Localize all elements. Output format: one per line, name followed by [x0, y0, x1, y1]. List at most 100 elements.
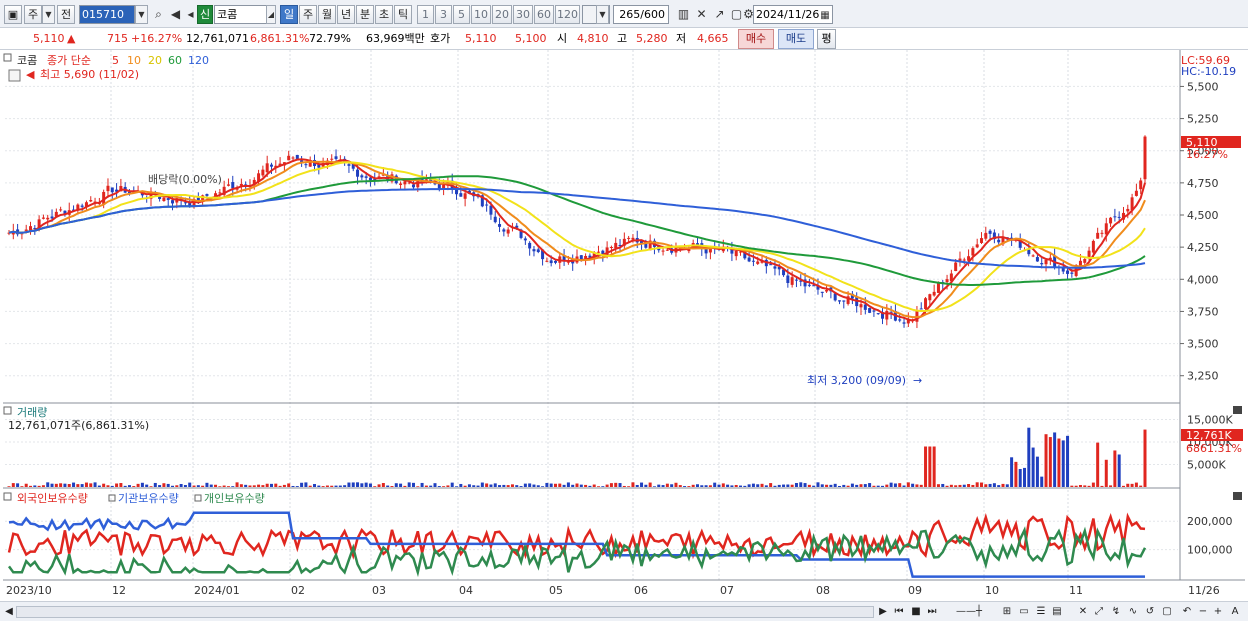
- volume-bar: [24, 483, 28, 487]
- candle-body: [1040, 263, 1044, 265]
- volume-bar: [833, 483, 837, 487]
- tick-1-button[interactable]: 1: [417, 5, 434, 24]
- volume-bar: [424, 485, 428, 487]
- restore-icon[interactable]: ↶: [1180, 604, 1194, 619]
- volume-bar: [635, 484, 639, 487]
- draw-icon[interactable]: ↗: [711, 6, 728, 23]
- candle-body: [902, 322, 906, 324]
- ma60-legend: 60: [168, 54, 182, 67]
- tick-10-button[interactable]: 10: [471, 5, 491, 24]
- tab-yearly[interactable]: 년: [337, 5, 355, 24]
- rewind-icon[interactable]: ⏮: [893, 604, 905, 619]
- name-dropdown-icon[interactable]: ◢: [266, 5, 276, 24]
- zoom-out-icon[interactable]: −: [1197, 604, 1209, 619]
- candle-icon[interactable]: ▥: [675, 6, 692, 23]
- screenshot-icon[interactable]: ▢: [1160, 604, 1174, 619]
- tab-tick[interactable]: 틱: [394, 5, 412, 24]
- trend-icon[interactable]: ⤢: [1092, 604, 1106, 619]
- holder-close-icon[interactable]: [1233, 492, 1242, 500]
- zoom-in-icon[interactable]: +: [1212, 604, 1224, 619]
- candle-body: [442, 184, 446, 189]
- history-list-icon[interactable]: ☰: [1034, 604, 1048, 619]
- scroll-right-icon[interactable]: ▶: [877, 604, 889, 619]
- tab-second[interactable]: 초: [375, 5, 393, 24]
- candle-body: [812, 285, 816, 287]
- scrollbar[interactable]: [16, 606, 874, 618]
- tab-minute[interactable]: 분: [356, 5, 374, 24]
- volume-bar: [338, 485, 342, 487]
- zoom-icon[interactable]: ⊞: [1000, 604, 1014, 619]
- volume-bar: [269, 483, 273, 487]
- tab-weekly[interactable]: 주: [299, 5, 317, 24]
- volume-bar: [618, 483, 622, 487]
- table-icon[interactable]: [8, 69, 21, 82]
- tick-60-button[interactable]: 60: [534, 5, 554, 24]
- avg-button[interactable]: 평: [817, 29, 836, 49]
- x-tick-label: 09: [908, 584, 922, 597]
- search-icon[interactable]: ⌕: [150, 6, 167, 23]
- volume-bar: [1109, 485, 1113, 487]
- rotate-icon[interactable]: ↺: [1143, 604, 1157, 619]
- tick-30-button[interactable]: 30: [513, 5, 533, 24]
- chevron-down-icon[interactable]: ▼: [42, 5, 55, 24]
- candle-body: [46, 217, 50, 220]
- volume-bar: [295, 486, 299, 487]
- fast-forward-icon[interactable]: ⏭: [926, 604, 938, 619]
- wave-icon[interactable]: ∿: [1126, 604, 1140, 619]
- tick-120-button[interactable]: 120: [555, 5, 580, 24]
- stock-code-input[interactable]: 015710: [79, 5, 135, 24]
- scroll-left-icon[interactable]: ◀: [3, 604, 15, 619]
- tab-monthly[interactable]: 월: [318, 5, 336, 24]
- volume-bar: [743, 485, 747, 487]
- candle-body: [859, 304, 863, 308]
- volume-bar: [239, 484, 243, 487]
- volume-bar: [162, 483, 166, 487]
- candle-body: [364, 176, 368, 178]
- crosshair-icon[interactable]: ✕: [693, 6, 710, 23]
- tab-daily[interactable]: 일: [280, 5, 298, 24]
- count-field[interactable]: 265/600: [613, 5, 669, 24]
- candle-body: [291, 157, 295, 159]
- volume-bar: [446, 485, 450, 487]
- tick-20-button[interactable]: 20: [492, 5, 512, 24]
- volume-bar: [773, 485, 777, 487]
- volume-bar: [536, 485, 540, 487]
- window-menu-icon[interactable]: ▣: [4, 5, 22, 24]
- grid-view-icon[interactable]: ▤: [1050, 604, 1064, 619]
- volume-bar: [1061, 440, 1065, 487]
- volume-bar: [132, 486, 136, 487]
- volume-bar: [226, 486, 230, 487]
- prev-button[interactable]: 전: [57, 5, 75, 24]
- candle-body: [334, 156, 338, 159]
- chart-area[interactable]: 5,5005,2505,0004,7504,5004,2504,0003,750…: [0, 50, 1248, 601]
- stop-icon[interactable]: ■: [910, 604, 922, 619]
- period-select[interactable]: 주: [24, 5, 42, 24]
- buy-button[interactable]: 매수: [738, 29, 774, 49]
- x-tick-label: 2023/10: [6, 584, 52, 597]
- speed-slider[interactable]: ——┼——: [946, 604, 992, 619]
- volume-bar: [145, 484, 149, 487]
- volume-close-icon[interactable]: [1233, 406, 1242, 414]
- cross-icon[interactable]: ✕: [1076, 604, 1090, 619]
- volume-bar: [252, 485, 256, 487]
- fibo-icon[interactable]: ↯: [1109, 604, 1123, 619]
- tick-5-button[interactable]: 5: [453, 5, 470, 24]
- volume-bar: [364, 482, 368, 487]
- candle-body: [493, 216, 497, 223]
- volume-bar: [532, 484, 536, 487]
- volume-bar: [1005, 484, 1009, 487]
- sell-button[interactable]: 매도: [778, 29, 814, 49]
- font-size-icon[interactable]: A: [1228, 604, 1242, 619]
- hoga-label: 호가: [430, 32, 451, 45]
- volume-bar: [325, 485, 329, 487]
- x-tick-label: 10: [985, 584, 999, 597]
- volume-bar: [1057, 438, 1061, 487]
- window-split-icon[interactable]: ▭: [1017, 604, 1031, 619]
- volume-bar: [347, 482, 351, 487]
- code-dropdown-icon[interactable]: ▼: [135, 5, 148, 24]
- tick-dropdown-icon[interactable]: ▼: [596, 5, 609, 24]
- tick-3-button[interactable]: 3: [435, 5, 452, 24]
- x-tick-label: 04: [459, 584, 473, 597]
- calendar-icon[interactable]: ▦: [818, 7, 832, 22]
- low-label: 저: [676, 32, 687, 45]
